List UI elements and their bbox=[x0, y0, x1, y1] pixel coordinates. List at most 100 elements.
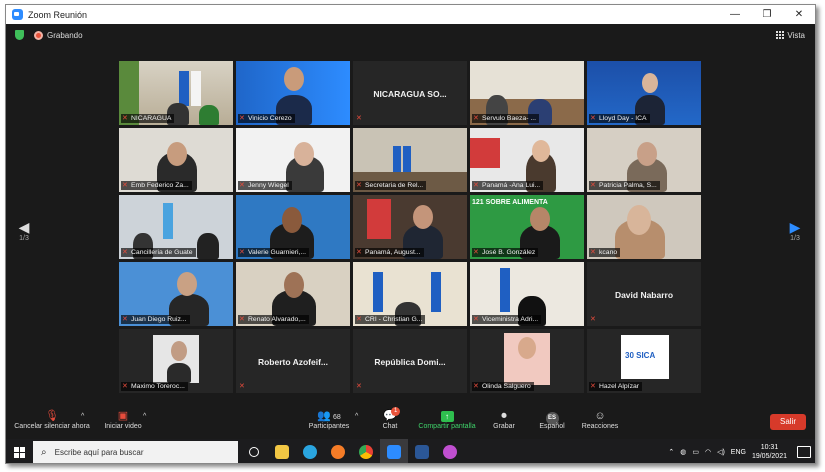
muted-microphone-icon: ✕ bbox=[239, 182, 245, 189]
participant-name-label: Panamá -Ana Lui... bbox=[472, 181, 544, 190]
participants-button[interactable]: 👥 68 Participantes bbox=[306, 409, 352, 430]
participant-tile[interactable]: ✕ Lloyd Day - ICA bbox=[587, 61, 701, 125]
participant-tile[interactable]: ✕ Olinda Salguero bbox=[470, 329, 584, 393]
paint-icon bbox=[443, 445, 457, 459]
volume-icon[interactable]: ◁) bbox=[717, 448, 725, 456]
battery-icon[interactable]: ▭ bbox=[692, 448, 699, 456]
participant-name-label: Vinicio Cerezo bbox=[238, 114, 295, 123]
start-video-button[interactable]: ▣ Iniciar video bbox=[100, 409, 146, 430]
chrome-icon bbox=[359, 445, 373, 459]
muted-microphone-icon: ✕ bbox=[590, 383, 596, 390]
participants-icon: 👥 bbox=[317, 410, 331, 422]
right-page-indicator: 1/3 bbox=[790, 235, 800, 242]
mute-button[interactable]: 🎙 Cancelar silenciar ahora bbox=[12, 409, 92, 430]
firefox-icon bbox=[331, 445, 345, 459]
taskbar-paint[interactable] bbox=[436, 439, 464, 463]
participant-tile[interactable]: ✕ kcano bbox=[587, 195, 701, 259]
participant-name-label: José B. González bbox=[472, 248, 539, 257]
language-button[interactable]: ES Español bbox=[536, 409, 568, 430]
participant-tile[interactable]: ✕ Vinicio Cerezo bbox=[236, 61, 350, 125]
start-button[interactable] bbox=[6, 439, 32, 463]
taskbar-edge[interactable] bbox=[296, 439, 324, 463]
task-view-button[interactable] bbox=[240, 439, 268, 463]
clock[interactable]: 10:31 19/05/2021 bbox=[752, 443, 787, 461]
audio-options-caret-icon[interactable]: ^ bbox=[81, 413, 84, 420]
window-controls: — ❐ ✕ bbox=[719, 5, 815, 24]
windows-taskbar: ⌕ Escribe aquí para buscar ⌃ ◍ ▭ ◠ ◁) EN… bbox=[6, 439, 815, 463]
taskbar-search-box[interactable]: ⌕ Escribe aquí para buscar bbox=[33, 441, 238, 463]
participant-tile[interactable]: República Domi... ✕ bbox=[353, 329, 467, 393]
restore-button[interactable]: ❐ bbox=[751, 5, 783, 24]
title-bar: Zoom Reunión — ❐ ✕ bbox=[6, 5, 815, 24]
participant-tile[interactable]: ✕ Panamá, August... bbox=[353, 195, 467, 259]
participant-tile[interactable]: ✕ Emb Federico Za... bbox=[119, 128, 233, 192]
recording-icon bbox=[34, 30, 43, 40]
muted-microphone-icon: ✕ bbox=[356, 115, 362, 122]
taskbar-zoom[interactable] bbox=[380, 439, 408, 463]
leave-button[interactable]: Salir bbox=[770, 414, 806, 430]
participant-tile[interactable]: ✕ Maximo Toreroc... bbox=[119, 329, 233, 393]
muted-microphone-icon: ✕ bbox=[239, 249, 245, 256]
participant-tile[interactable]: ✕ Viceministra Adri... bbox=[470, 262, 584, 326]
taskbar-chrome[interactable] bbox=[352, 439, 380, 463]
security-shield-icon[interactable] bbox=[15, 30, 24, 40]
participant-tile[interactable]: NICARAGUA SO... ✕ bbox=[353, 61, 467, 125]
participant-tile[interactable]: 121 SOBRE ALIMENTA ✕ José B. González bbox=[470, 195, 584, 259]
wifi-icon[interactable]: ◠ bbox=[705, 448, 711, 456]
minimize-button[interactable]: — bbox=[719, 5, 751, 24]
muted-microphone-icon: ✕ bbox=[356, 316, 362, 323]
microphone-muted-icon: 🎙 bbox=[45, 410, 59, 422]
video-options-caret-icon[interactable]: ^ bbox=[143, 413, 146, 420]
next-page-button[interactable]: ▶ 1/3 bbox=[785, 219, 805, 242]
zoom-logo-icon bbox=[12, 9, 23, 20]
participant-tile[interactable]: ✕ NICARAGUA bbox=[119, 61, 233, 125]
system-tray: ⌃ ◍ ▭ ◠ ◁) ENG 10:31 19/05/2021 bbox=[668, 443, 815, 461]
meeting-top-bar: Grabando Vista bbox=[6, 24, 815, 46]
recording-label: Grabando bbox=[47, 30, 83, 40]
participant-name-label: Panamá, August... bbox=[355, 248, 424, 257]
view-button[interactable]: Vista bbox=[776, 31, 805, 40]
reactions-button[interactable]: ☺ Reacciones bbox=[580, 409, 620, 430]
share-screen-button[interactable]: ↑ Compartir pantalla bbox=[416, 409, 478, 430]
task-view-icon bbox=[249, 447, 259, 457]
taskbar-word[interactable] bbox=[408, 439, 436, 463]
record-label: Grabar bbox=[493, 423, 515, 430]
participant-tile[interactable]: ✕ Cancilleria de Guate bbox=[119, 195, 233, 259]
taskbar-file-explorer[interactable] bbox=[268, 439, 296, 463]
participant-tile[interactable]: 30 SICA ✕ Hazel Alpízar bbox=[587, 329, 701, 393]
notifications-icon[interactable] bbox=[797, 446, 811, 458]
participants-count: 68 bbox=[332, 414, 341, 421]
close-button[interactable]: ✕ bbox=[783, 5, 815, 24]
network-icon[interactable]: ◍ bbox=[680, 448, 686, 456]
left-page-indicator: 1/3 bbox=[19, 235, 29, 242]
participant-tile[interactable]: ✕ Jenny Wiegel bbox=[236, 128, 350, 192]
participant-tile[interactable]: ✕ Secretaria de Rel... bbox=[353, 128, 467, 192]
previous-page-button[interactable]: ◀ 1/3 bbox=[14, 219, 34, 242]
language-label: Español bbox=[539, 423, 565, 430]
participant-tile[interactable]: David Nabarro ✕ bbox=[587, 262, 701, 326]
folder-icon bbox=[275, 445, 289, 459]
participant-tile[interactable]: ✕ CRI - Christian G... bbox=[353, 262, 467, 326]
participant-tile[interactable]: ✕ Renato Alvarado,... bbox=[236, 262, 350, 326]
participant-tile[interactable]: ✕ Juan Diego Ruiz... bbox=[119, 262, 233, 326]
taskbar-firefox[interactable] bbox=[324, 439, 352, 463]
chat-button[interactable]: 💬 1 Chat bbox=[376, 407, 404, 430]
gallery-grid: ✕ NICARAGUA ✕ Vinicio Cerezo NICARAGUA SO...… bbox=[119, 61, 705, 393]
record-icon: ⏺ bbox=[501, 410, 507, 422]
clock-time: 10:31 bbox=[760, 444, 779, 451]
muted-microphone-icon: ✕ bbox=[239, 383, 245, 390]
participant-tile[interactable]: ✕ Panamá -Ana Lui... bbox=[470, 128, 584, 192]
participant-tile[interactable]: Roberto Azofeif... ✕ bbox=[236, 329, 350, 393]
input-language[interactable]: ENG bbox=[731, 449, 746, 456]
participant-name-label: Viceministra Adri... bbox=[472, 315, 542, 324]
muted-microphone-icon: ✕ bbox=[122, 383, 128, 390]
participant-tile[interactable]: ✕ Servulo Baeza- ... bbox=[470, 61, 584, 125]
participant-tile[interactable]: ✕ Patricia Palma, S... bbox=[587, 128, 701, 192]
participant-tile[interactable]: ✕ Valerie Guarnieri,... bbox=[236, 195, 350, 259]
muted-microphone-icon: ✕ bbox=[473, 182, 479, 189]
muted-microphone-icon: ✕ bbox=[473, 383, 479, 390]
participants-caret-icon[interactable]: ^ bbox=[355, 413, 358, 420]
tray-chevron-icon[interactable]: ⌃ bbox=[668, 448, 674, 456]
meeting-toolbar: 🎙 Cancelar silenciar ahora ^ ▣ Iniciar v… bbox=[6, 405, 815, 439]
record-button[interactable]: ⏺ Grabar bbox=[490, 409, 518, 430]
